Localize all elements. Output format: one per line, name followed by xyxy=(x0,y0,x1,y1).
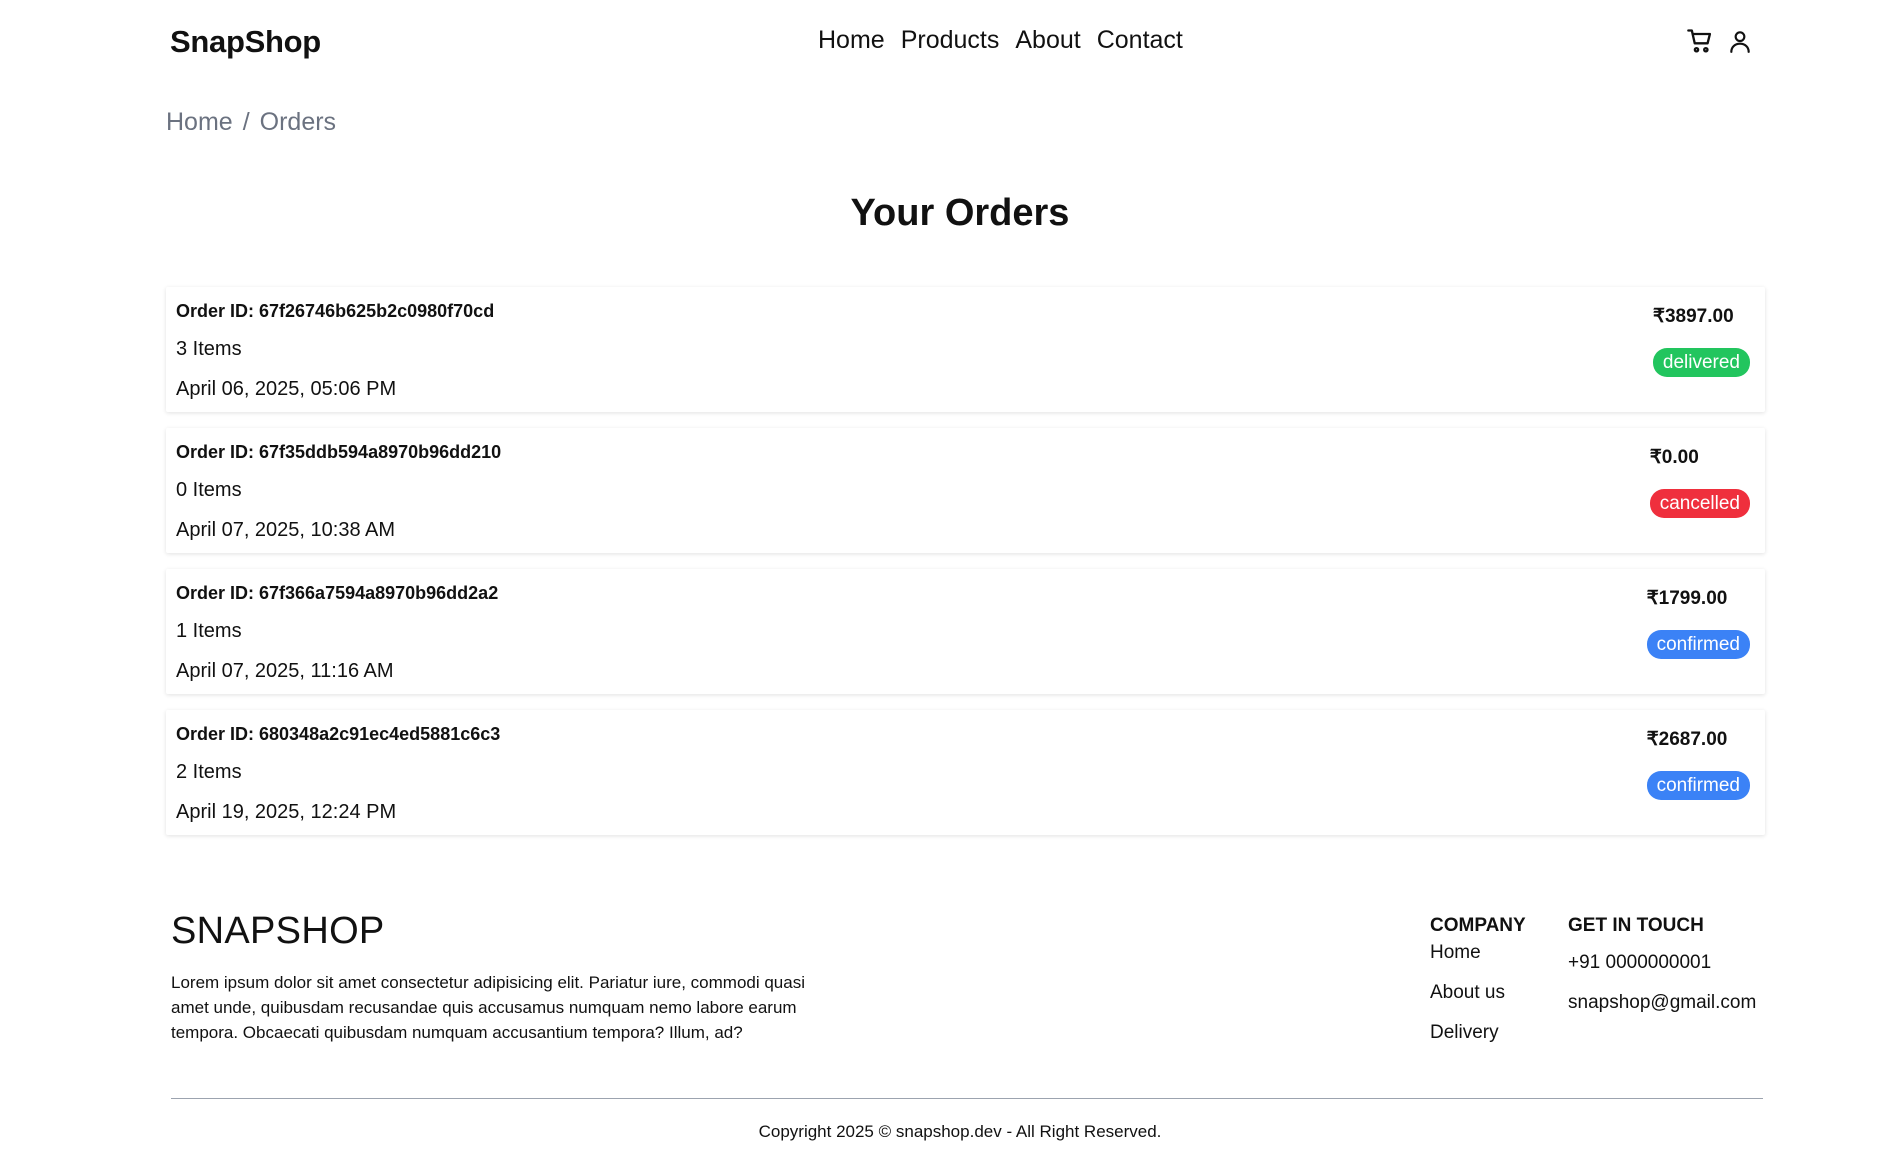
nav-about[interactable]: About xyxy=(1015,26,1080,55)
status-badge: delivered xyxy=(1652,348,1750,377)
site-logo[interactable]: SnapShop xyxy=(170,24,321,60)
order-date: April 07, 2025, 11:16 AM xyxy=(176,660,394,682)
footer-company-column: COMPANY Home About us Delivery xyxy=(1430,915,1526,1061)
order-summary: ₹0.00 cancelled xyxy=(1649,446,1750,518)
status-badge: confirmed xyxy=(1646,771,1750,800)
orders-list: Order ID: 67f26746b625b2c0980f70cd 3 Ite… xyxy=(166,287,1765,851)
order-summary: ₹1799.00 confirmed xyxy=(1646,587,1750,659)
order-card[interactable]: Order ID: 680348a2c91ec4ed5881c6c3 2 Ite… xyxy=(166,710,1765,835)
footer-phone: +91 0000000001 xyxy=(1568,952,1712,973)
page-title: Your Orders xyxy=(850,192,1070,234)
breadcrumb-current: Orders xyxy=(259,108,337,136)
order-summary: ₹3897.00 delivered xyxy=(1652,305,1750,377)
order-date: April 19, 2025, 12:24 PM xyxy=(176,801,397,823)
footer-contact-heading: GET IN TOUCH xyxy=(1568,915,1704,936)
order-date: April 06, 2025, 05:06 PM xyxy=(176,378,397,400)
footer-description: Lorem ipsum dolor sit amet consectetur a… xyxy=(171,973,805,1042)
user-icon[interactable] xyxy=(1725,26,1755,56)
footer-company-heading: COMPANY xyxy=(1430,915,1526,936)
nav-home[interactable]: Home xyxy=(818,26,885,55)
breadcrumb-separator: / xyxy=(242,108,250,136)
order-item-count: 1 Items xyxy=(176,620,242,642)
order-card[interactable]: Order ID: 67f366a7594a8970b96dd2a2 1 Ite… xyxy=(166,569,1765,694)
header-icons xyxy=(1685,26,1755,56)
footer-brand: SNAPSHOP xyxy=(171,910,385,952)
site-header: SnapShop Home Products About Contact xyxy=(170,18,1755,68)
order-date: April 07, 2025, 10:38 AM xyxy=(176,519,396,541)
order-price: ₹0.00 xyxy=(1649,447,1699,468)
nav-products[interactable]: Products xyxy=(901,26,1000,55)
status-badge: cancelled xyxy=(1649,489,1750,518)
order-id: Order ID: 680348a2c91ec4ed5881c6c3 xyxy=(176,724,501,744)
order-summary: ₹2687.00 confirmed xyxy=(1646,728,1750,800)
order-id: Order ID: 67f26746b625b2c0980f70cd xyxy=(176,301,495,321)
order-item-count: 0 Items xyxy=(176,479,242,501)
order-card[interactable]: Order ID: 67f26746b625b2c0980f70cd 3 Ite… xyxy=(166,287,1765,412)
status-badge: confirmed xyxy=(1646,630,1750,659)
order-item-count: 2 Items xyxy=(176,761,242,783)
order-price: ₹2687.00 xyxy=(1646,729,1728,750)
footer-email[interactable]: snapshop@gmail.com xyxy=(1568,991,1756,1015)
breadcrumb: Home / Orders xyxy=(166,108,336,137)
order-card[interactable]: Order ID: 67f35ddb594a8970b96dd210 0 Ite… xyxy=(166,428,1765,553)
main-nav: Home Products About Contact xyxy=(818,26,1183,55)
footer-divider xyxy=(171,1098,1763,1099)
breadcrumb-home[interactable]: Home xyxy=(166,108,233,137)
order-item-count: 3 Items xyxy=(176,338,242,360)
order-price: ₹3897.00 xyxy=(1652,306,1734,327)
order-id: Order ID: 67f366a7594a8970b96dd2a2 xyxy=(176,583,499,603)
copyright-text: Copyright 2025 © snapshop.dev - All Righ… xyxy=(758,1122,1162,1141)
footer-contact-column: GET IN TOUCH +91 0000000001 snapshop@gma… xyxy=(1568,915,1756,1031)
nav-contact[interactable]: Contact xyxy=(1097,26,1183,55)
footer-link-about[interactable]: About us xyxy=(1430,981,1526,1005)
cart-icon[interactable] xyxy=(1685,26,1715,56)
footer-link-home[interactable]: Home xyxy=(1430,941,1526,965)
order-id: Order ID: 67f35ddb594a8970b96dd210 xyxy=(176,442,502,462)
footer-link-delivery[interactable]: Delivery xyxy=(1430,1021,1526,1045)
order-price: ₹1799.00 xyxy=(1646,588,1728,609)
